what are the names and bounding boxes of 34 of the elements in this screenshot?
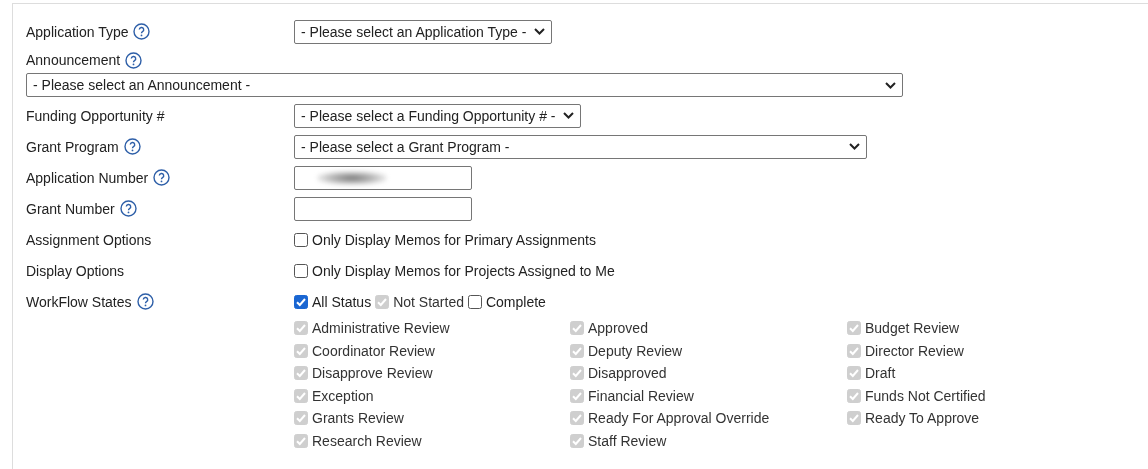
help-icon[interactable] bbox=[136, 293, 154, 310]
chevron-down-icon bbox=[849, 143, 860, 150]
help-icon[interactable] bbox=[123, 138, 141, 155]
blurred-value bbox=[317, 170, 387, 185]
dropdown[interactable]: - Please select an Announcement - bbox=[26, 73, 903, 97]
dropdown[interactable]: - Please select a Funding Opportunity # - bbox=[294, 103, 582, 128]
checkbox[interactable] bbox=[294, 263, 308, 278]
checkbox-option[interactable]: Only Display Memos for Primary Assignments bbox=[294, 231, 596, 248]
dropdown[interactable]: - Please select a Grant Program - bbox=[294, 134, 867, 159]
chevron-down-icon bbox=[534, 28, 546, 35]
dropdown[interactable]: - Please select an Application Type - bbox=[294, 19, 553, 44]
help-icon[interactable] bbox=[125, 51, 143, 69]
input-field[interactable] bbox=[294, 165, 472, 190]
field-label: Display Options bbox=[26, 262, 125, 279]
field-label: WorkFlow States bbox=[26, 293, 132, 310]
help-icon[interactable] bbox=[153, 169, 171, 186]
field-label: Grant Number bbox=[26, 200, 115, 217]
help-icon[interactable] bbox=[119, 200, 137, 217]
checkbox[interactable] bbox=[294, 294, 308, 309]
checkbox-option[interactable]: Complete bbox=[467, 293, 546, 310]
checkbox-option[interactable]: All Status bbox=[294, 293, 372, 310]
field-label: Announcement bbox=[26, 52, 121, 68]
chevron-down-icon bbox=[885, 81, 896, 89]
field-label: Application Type bbox=[26, 23, 129, 40]
help-icon[interactable] bbox=[133, 23, 151, 40]
checkbox[interactable] bbox=[294, 232, 308, 247]
checkbox[interactable] bbox=[467, 294, 482, 309]
checkbox-option[interactable]: Only Display Memos for Projects Assigned to Me bbox=[294, 262, 615, 279]
field-label: Grant Program bbox=[26, 138, 119, 155]
chevron-down-icon bbox=[563, 112, 575, 119]
field-label: Funding Opportunity # bbox=[26, 107, 165, 124]
field-label: Application Number bbox=[26, 169, 149, 186]
input-field[interactable] bbox=[294, 196, 472, 221]
field-label: Assignment Options bbox=[26, 231, 152, 248]
